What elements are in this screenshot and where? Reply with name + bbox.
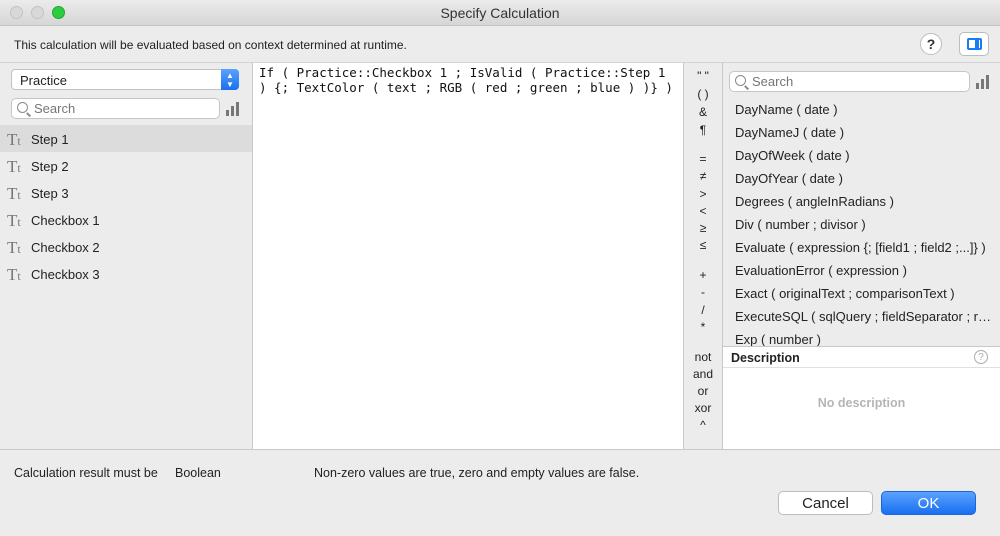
field-label: Checkbox 1	[31, 213, 100, 228]
formula-text[interactable]: If ( Practice::Checkbox 1 ; IsValid ( Pr…	[259, 65, 674, 95]
text-type-icon: Tt	[7, 130, 21, 149]
help-button[interactable]: ?	[920, 33, 942, 55]
operator-and[interactable]: and	[684, 367, 722, 381]
field-item-step-3[interactable]: Tt Step 3	[0, 179, 252, 206]
operator-minus[interactable]: -	[684, 285, 722, 299]
operator-or[interactable]: or	[684, 384, 722, 398]
function-search-input-wrapper[interactable]	[729, 71, 970, 92]
title-bar: Specify Calculation	[0, 0, 1000, 26]
function-item[interactable]: ExecuteSQL ( sqlQuery ; fieldSeparator ;…	[723, 304, 998, 327]
text-type-icon: Tt	[7, 265, 21, 284]
table-occurrence-select[interactable]: Practice ▲ ▼	[11, 69, 239, 90]
no-description-text: No description	[817, 396, 906, 410]
field-label: Step 3	[31, 186, 69, 201]
function-category-icon[interactable]	[976, 75, 992, 89]
function-search-input[interactable]	[752, 74, 912, 89]
field-label: Checkbox 2	[31, 240, 100, 255]
search-icon	[735, 75, 746, 86]
description-body: No description	[723, 368, 1000, 450]
operator-quotes[interactable]: " "	[684, 69, 722, 83]
text-type-icon: Tt	[7, 238, 21, 257]
operator-parentheses[interactable]: ( )	[684, 87, 722, 101]
sidebar-toggle-icon	[967, 38, 982, 50]
function-item[interactable]: Exp ( number )	[723, 327, 998, 346]
operator-greater[interactable]: >	[684, 187, 722, 201]
operator-less-equal[interactable]: ≤	[684, 238, 722, 252]
text-type-icon: Tt	[7, 184, 21, 203]
footer: Calculation result must be Boolean Non-z…	[0, 449, 1000, 536]
field-item-checkbox-2[interactable]: Tt Checkbox 2	[0, 233, 252, 260]
ok-button[interactable]: OK	[881, 491, 976, 515]
field-search-input-wrapper[interactable]	[11, 98, 220, 119]
function-item[interactable]: Evaluate ( expression {; [field1 ; field…	[723, 235, 998, 258]
result-type-label: Calculation result must be	[14, 466, 158, 480]
operator-not[interactable]: not	[684, 350, 722, 364]
text-type-icon: Tt	[7, 157, 21, 176]
function-item[interactable]: DayOfYear ( date )	[723, 166, 998, 189]
function-item[interactable]: Exact ( originalText ; comparisonText )	[723, 281, 998, 304]
operator-plus[interactable]: +	[684, 268, 722, 282]
description-header: Description ?	[723, 346, 1000, 368]
result-type-note: Non-zero values are true, zero and empty…	[314, 466, 640, 480]
operator-xor[interactable]: xor	[684, 401, 722, 415]
toggle-panel-button[interactable]	[959, 32, 989, 56]
field-list: Tt Step 1 Tt Step 2 Tt Step 3 Tt Checkbo…	[0, 125, 252, 287]
operator-multiply[interactable]: *	[684, 320, 722, 334]
function-item[interactable]: Div ( number ; divisor )	[723, 212, 998, 235]
table-select-value: Practice	[20, 73, 67, 88]
field-item-checkbox-1[interactable]: Tt Checkbox 1	[0, 206, 252, 233]
operator-not-equal[interactable]: ≠	[684, 169, 722, 183]
operator-greater-equal[interactable]: ≥	[684, 221, 722, 235]
operator-less[interactable]: <	[684, 204, 722, 218]
operators-column: " " ( ) & ¶ = ≠ > < ≥ ≤ + - / * not and …	[683, 62, 723, 449]
field-item-checkbox-3[interactable]: Tt Checkbox 3	[0, 260, 252, 287]
search-icon	[17, 102, 28, 113]
operator-equal[interactable]: =	[684, 152, 722, 166]
stepper-arrows-icon: ▲ ▼	[221, 69, 239, 90]
function-item[interactable]: EvaluationError ( expression )	[723, 258, 998, 281]
operator-power[interactable]: ^	[684, 418, 722, 432]
function-item[interactable]: DayNameJ ( date )	[723, 120, 998, 143]
sort-fields-icon[interactable]	[226, 102, 242, 116]
function-item[interactable]: DayName ( date )	[723, 97, 998, 120]
function-item[interactable]: DayOfWeek ( date )	[723, 143, 998, 166]
cancel-button[interactable]: Cancel	[778, 491, 873, 515]
field-label: Checkbox 3	[31, 267, 100, 282]
fields-panel: Practice ▲▼ Tt Step 1 Tt Step 2 Tt Step …	[0, 62, 253, 449]
function-list: DayName ( date ) DayNameJ ( date ) DayOf…	[723, 97, 1000, 346]
field-item-step-2[interactable]: Tt Step 2	[0, 152, 252, 179]
text-type-icon: Tt	[7, 211, 21, 230]
field-search-input[interactable]	[34, 101, 194, 116]
help-icon[interactable]: ?	[974, 350, 988, 364]
field-label: Step 2	[31, 159, 69, 174]
context-info-text: This calculation will be evaluated based…	[14, 38, 407, 52]
window-title: Specify Calculation	[440, 5, 560, 21]
function-item[interactable]: Degrees ( angleInRadians )	[723, 189, 998, 212]
info-bar: This calculation will be evaluated based…	[0, 26, 1000, 62]
field-label: Step 1	[31, 132, 69, 147]
formula-editor[interactable]: If ( Practice::Checkbox 1 ; IsValid ( Pr…	[253, 62, 683, 449]
operator-pilcrow[interactable]: ¶	[684, 123, 722, 137]
functions-panel: DayName ( date ) DayNameJ ( date ) DayOf…	[723, 62, 1000, 450]
description-label: Description	[731, 351, 800, 365]
operator-concatenate[interactable]: &	[684, 105, 722, 119]
result-type-value: Boolean	[175, 466, 221, 480]
operator-divide[interactable]: /	[684, 303, 722, 317]
field-item-step-1[interactable]: Tt Step 1	[0, 125, 252, 152]
